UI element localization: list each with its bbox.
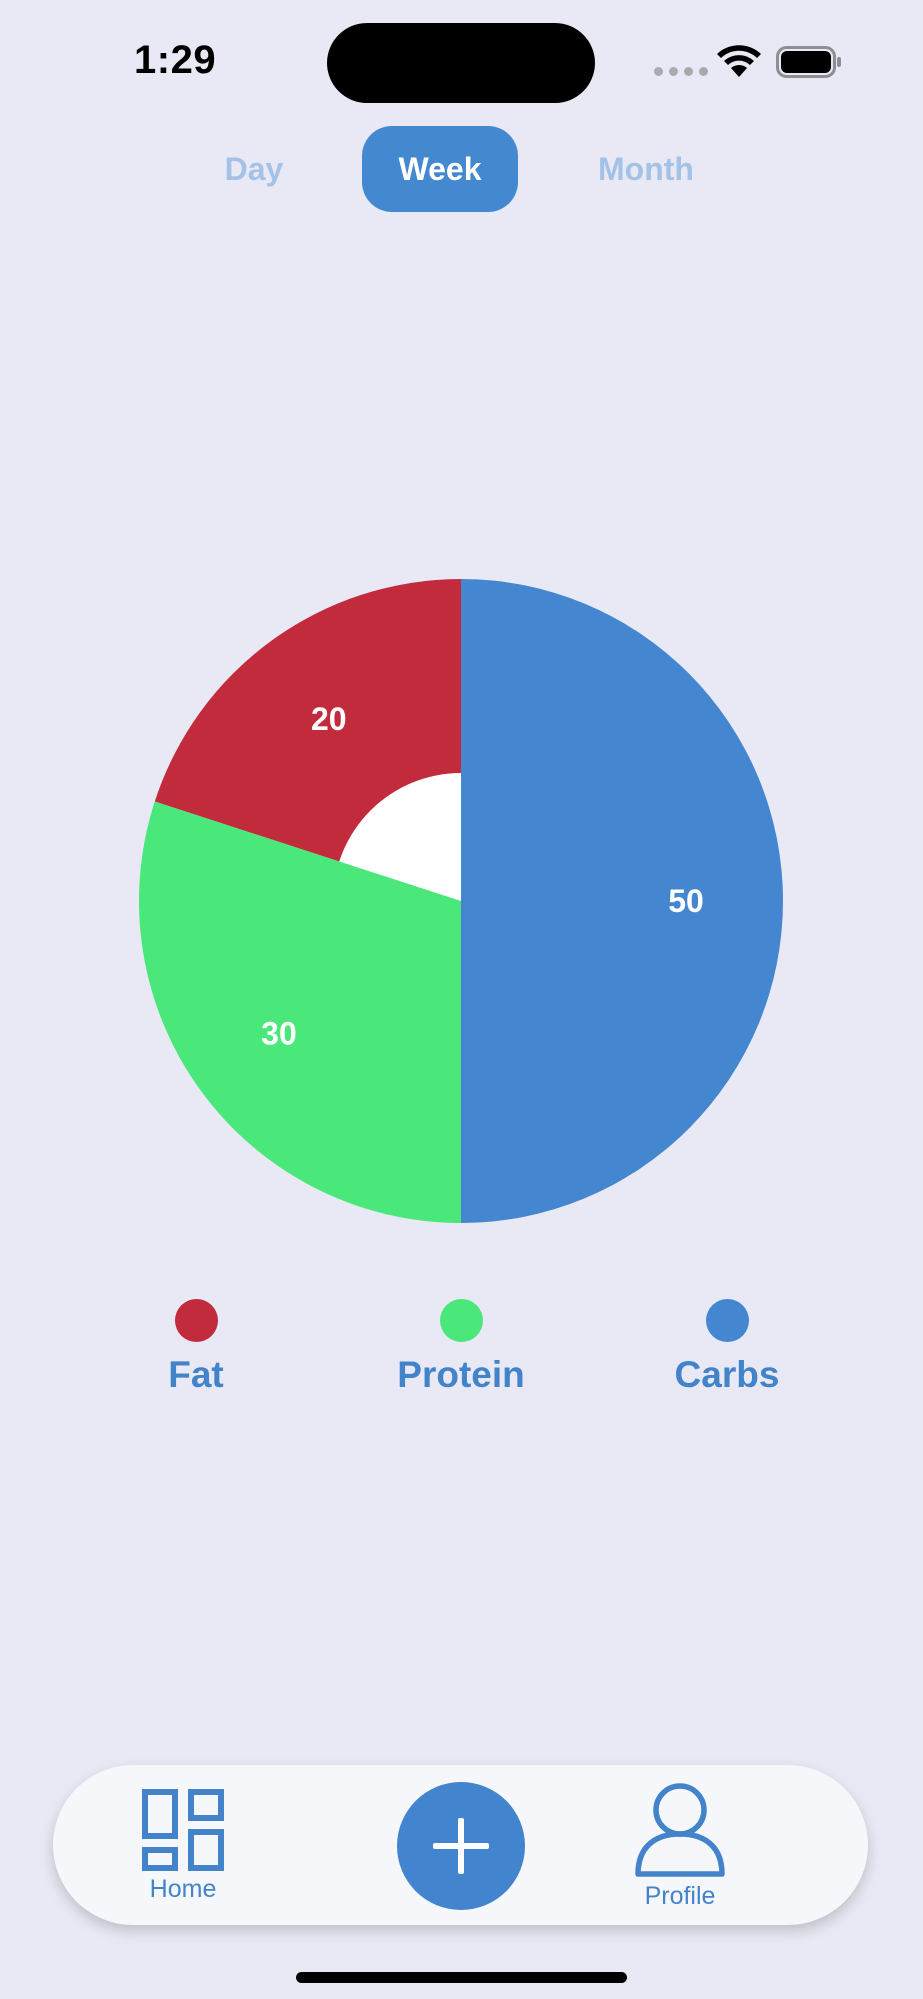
tab-profile-label: Profile	[644, 1882, 716, 1910]
slice-label-carbs: 50	[668, 883, 704, 919]
slice-carbs	[461, 579, 783, 1223]
segment-day[interactable]: Day	[204, 126, 304, 212]
legend-label-fat: Fat	[168, 1354, 224, 1395]
tab-home[interactable]: Home	[93, 1789, 273, 1904]
person-icon	[635, 1783, 725, 1877]
home-indicator	[296, 1972, 627, 1983]
slice-label-protein: 30	[261, 1015, 297, 1051]
battery-icon	[776, 46, 841, 78]
macro-donut-chart: 20 30 50	[0, 0, 923, 1999]
legend-dot-fat	[174, 1299, 218, 1342]
cellular-signal-icon	[654, 67, 708, 76]
donut-chart-svg: 20 30 50	[138, 579, 783, 1223]
legend-item-protein: Protein	[361, 1299, 561, 1396]
dynamic-island	[327, 23, 595, 103]
legend-item-carbs: Carbs	[627, 1299, 827, 1396]
status-time: 1:29	[134, 38, 217, 82]
legend-dot-carbs	[705, 1299, 749, 1342]
tab-home-label: Home	[149, 1875, 217, 1903]
add-button[interactable]	[397, 1782, 525, 1910]
legend-dot-protein	[439, 1299, 483, 1342]
dashboard-grid-icon	[142, 1789, 224, 1871]
tab-profile[interactable]: Profile	[590, 1782, 770, 1911]
segment-month[interactable]: Month	[580, 126, 712, 212]
segment-week[interactable]: Week	[362, 126, 518, 212]
legend-label-protein: Protein	[397, 1354, 525, 1395]
slice-fat	[154, 579, 461, 901]
time-range-segmented-control: Day Week Month	[0, 126, 923, 212]
donut-hole	[333, 773, 589, 1029]
slice-protein	[138, 801, 461, 1223]
legend-item-fat: Fat	[96, 1299, 296, 1396]
legend-label-carbs: Carbs	[674, 1354, 780, 1395]
slice-label-fat: 20	[311, 701, 347, 737]
plus-icon	[433, 1818, 489, 1874]
wifi-icon	[717, 45, 761, 77]
bottom-tab-bar: Home Profile	[53, 1765, 868, 1925]
